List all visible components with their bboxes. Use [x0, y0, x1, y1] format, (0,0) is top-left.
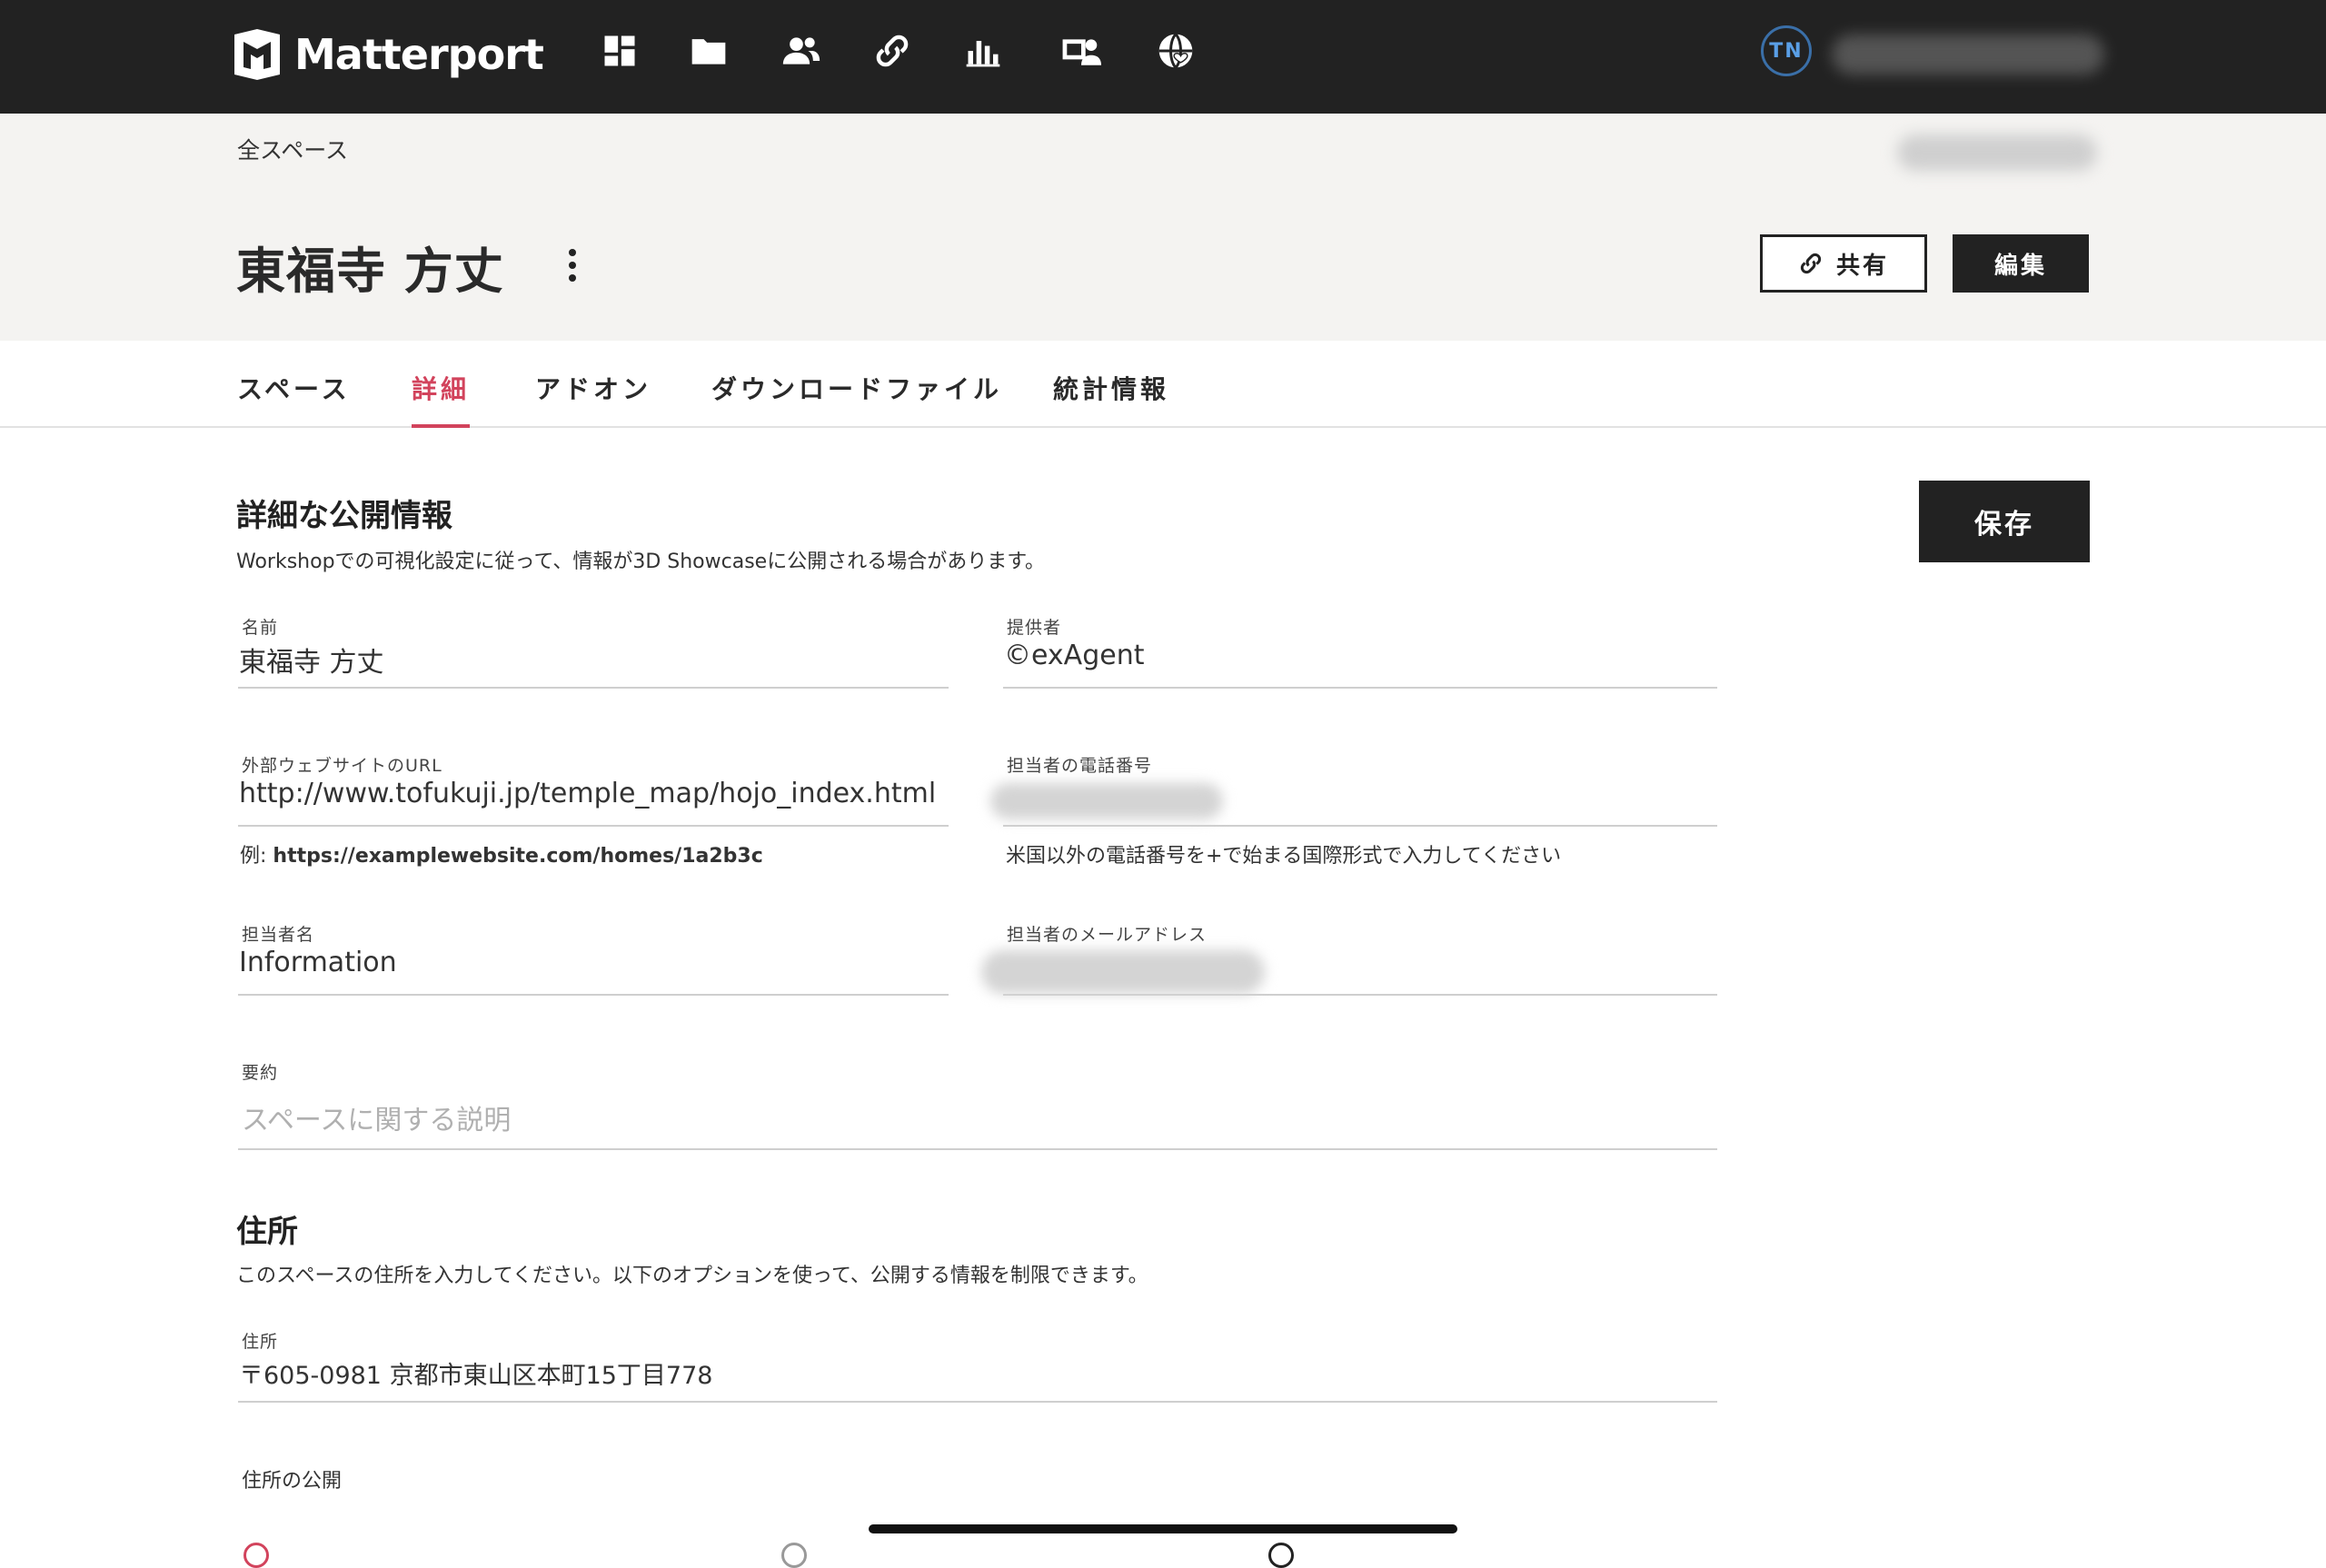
url-helper-prefix: 例:	[240, 845, 273, 868]
field-underline	[238, 825, 949, 827]
visibility-radio[interactable]	[244, 1543, 269, 1568]
page-title: 東福寺 方丈	[236, 243, 504, 300]
summary-label: 要約	[242, 1063, 279, 1083]
link-icon[interactable]	[870, 29, 914, 73]
contact-name-field[interactable]: 担当者名 Information	[236, 921, 949, 996]
link-icon	[1800, 253, 1822, 274]
contact-email-label: 担当者のメールアドレス	[1007, 925, 1208, 945]
contact-name-label: 担当者名	[242, 925, 315, 945]
tab-addons[interactable]: アドオン	[535, 370, 651, 428]
matterport-logo[interactable]: Matterport	[233, 27, 544, 82]
provider-label: 提供者	[1007, 618, 1062, 638]
name-label: 名前	[242, 618, 279, 638]
top-navigation-bar: Matterport TN	[0, 0, 2326, 114]
phone-helper-text: 米国以外の電話番号を+で始まる国際形式で入力してください	[1006, 845, 1562, 868]
field-underline	[1003, 994, 1717, 996]
tab-bar: スペース 詳細 アドオン ダウンロードファイル 統計情報	[0, 341, 2326, 428]
breadcrumb-all-spaces[interactable]: 全スペース	[237, 133, 348, 165]
globe-icon[interactable]	[1154, 29, 1198, 73]
address-section-title: 住所	[236, 1214, 298, 1250]
external-url-label: 外部ウェブサイトのURL	[242, 756, 442, 776]
matterport-logo-icon	[234, 29, 280, 80]
summary-field[interactable]: 要約 スペースに関する説明	[236, 1059, 1717, 1150]
field-underline	[1003, 825, 1717, 827]
field-underline	[238, 687, 949, 689]
email-value-redacted	[981, 950, 1265, 994]
share-label: 共有	[1835, 252, 1889, 280]
edit-button[interactable]: 編集	[1953, 234, 2089, 293]
visibility-radio[interactable]	[781, 1543, 807, 1568]
tab-statistics[interactable]: 統計情報	[1053, 370, 1169, 428]
details-section-title: 詳細な公開情報	[236, 498, 452, 534]
dashboard-icon[interactable]	[598, 29, 641, 73]
user-avatar[interactable]: TN	[1761, 25, 1812, 76]
field-underline	[238, 1401, 1717, 1403]
name-input[interactable]: 東福寺 方丈	[239, 640, 384, 680]
tab-space[interactable]: スペース	[237, 370, 351, 428]
logo-text: Matterport	[294, 30, 544, 79]
home-indicator	[869, 1524, 1457, 1533]
bar-chart-icon[interactable]	[961, 29, 1005, 73]
address-visibility-label: 住所の公開	[242, 1470, 343, 1493]
provider-field[interactable]: 提供者 ©exAgent	[1001, 614, 1717, 689]
external-url-field[interactable]: 外部ウェブサイトのURL http://www.tofukuji.jp/temp…	[236, 752, 949, 827]
visibility-radio[interactable]	[1268, 1543, 1294, 1568]
workspace-selector-redacted[interactable]	[1897, 134, 2097, 171]
user-menu-redacted[interactable]	[1832, 35, 2104, 74]
phone-value-redacted	[990, 783, 1223, 819]
save-button[interactable]: 保存	[1919, 481, 2090, 562]
address-input[interactable]: 〒605-0981 京都市東山区本町15丁目778	[239, 1355, 712, 1391]
address-section-description: このスペースの住所を入力してください。以下のオプションを使って、公開する情報を制…	[236, 1265, 1148, 1287]
address-label: 住所	[242, 1332, 279, 1352]
share-button[interactable]: 共有	[1760, 234, 1927, 293]
contact-name-input[interactable]: Information	[239, 947, 397, 978]
field-underline	[238, 1148, 1717, 1150]
users-icon[interactable]	[780, 29, 823, 73]
field-underline	[238, 994, 949, 996]
url-helper-example: https://examplewebsite.com/homes/1a2b3c	[273, 845, 763, 868]
photo-person-icon[interactable]	[1059, 29, 1103, 73]
address-field[interactable]: 住所 〒605-0981 京都市東山区本町15丁目778	[236, 1328, 1717, 1403]
provider-input[interactable]: ©exAgent	[1004, 640, 1144, 671]
field-underline	[1003, 687, 1717, 689]
url-helper-text: 例: https://examplewebsite.com/homes/1a2b…	[240, 839, 763, 868]
folder-icon[interactable]	[687, 29, 731, 73]
tab-details[interactable]: 詳細	[412, 370, 471, 428]
external-url-input[interactable]: http://www.tofukuji.jp/temple_map/hojo_i…	[239, 778, 936, 809]
contact-phone-label: 担当者の電話番号	[1007, 756, 1153, 776]
name-field[interactable]: 名前 東福寺 方丈	[236, 614, 949, 689]
summary-input[interactable]: スペースに関する説明	[242, 1097, 511, 1137]
more-options-icon[interactable]	[558, 242, 587, 289]
tab-download-files[interactable]: ダウンロードファイル	[711, 370, 1002, 428]
details-section-description: Workshopでの可視化設定に従って、情報が3D Showcaseに公開される…	[236, 551, 1046, 573]
